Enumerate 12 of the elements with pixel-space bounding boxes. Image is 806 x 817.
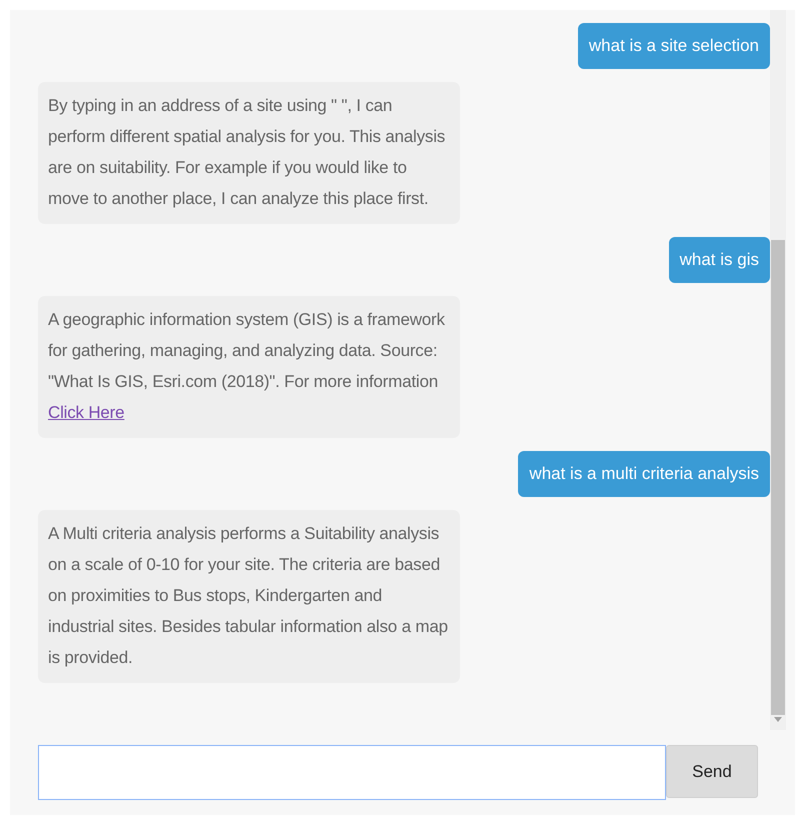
scrollbar[interactable] [770,10,786,730]
link[interactable]: Click Here [48,403,124,422]
bot-message: A Multi criteria analysis performs a Suitability analysis on a scale of 0-10 for your site. The criteria are based on proximities to Bus stops, Kindergarten and industrial sites. Besides tabular information also a map is provided. [38,510,460,683]
scroll-down-icon[interactable] [774,717,782,722]
message-input-field[interactable] [38,745,666,800]
bot-message: A geographic information system (GIS) is a framework for gathering, managing, and analyzing data. Source: "What Is GIS, Esri.com (2018)". For more information Click Here [38,296,460,438]
send-button[interactable]: Send [666,745,758,798]
user-message: what is a multi criteria analysis [518,451,770,497]
user-message: what is gis [668,237,770,283]
bot-message: By typing in an address of a site using " ", I can perform different spatial analysis for you. This analysis are on suitability. For example if you would like to move to another place, I can analyze this place first. [38,82,460,224]
user-message: what is a site selection [578,23,770,69]
scrollbar-thumb[interactable] [771,240,785,715]
